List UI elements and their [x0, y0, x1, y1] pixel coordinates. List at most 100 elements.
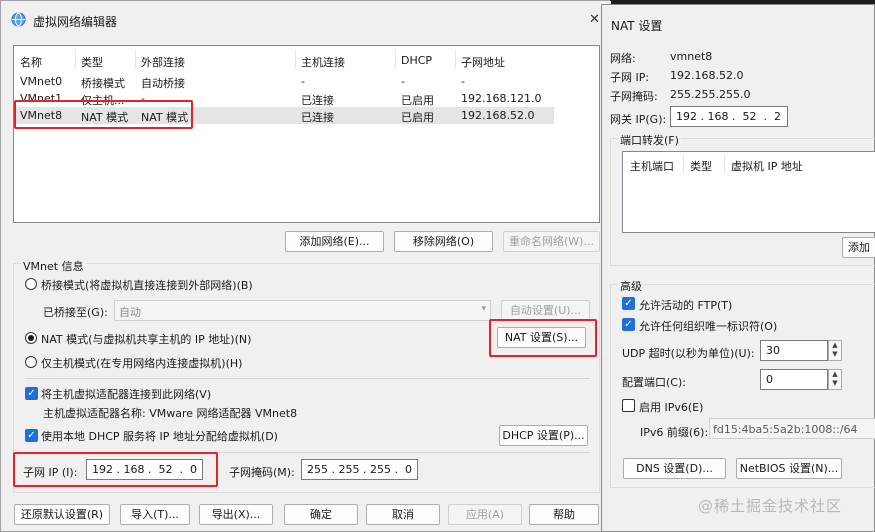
netbios-settings-button[interactable]: NetBIOS 设置(N)...	[736, 458, 842, 479]
connect-adapter-checkbox[interactable]: ✓	[25, 387, 38, 400]
column-header[interactable]: 类型	[81, 54, 103, 70]
use-dhcp-checkbox[interactable]: ✓	[25, 429, 38, 442]
dns-settings-button[interactable]: DNS 设置(D)...	[623, 458, 726, 479]
column-header[interactable]: 外部连接	[141, 54, 185, 70]
config-port-input[interactable]: 0	[760, 369, 828, 390]
column-header[interactable]: DHCP	[401, 54, 432, 67]
cell: -	[461, 75, 465, 88]
octet: 255	[370, 463, 391, 476]
column-header[interactable]: 主机端口	[630, 158, 674, 174]
cell: 桥接模式	[81, 77, 125, 90]
octet: 0	[405, 463, 412, 476]
bridge-mode-label[interactable]: 桥接模式(将虚拟机直接连接到外部网络)(B)	[41, 277, 253, 293]
window-title: 虚拟网络编辑器	[33, 15, 118, 29]
cell: 自动桥接	[141, 77, 185, 90]
help-button[interactable]: 帮助	[529, 504, 599, 525]
bridge-mode-radio[interactable]	[25, 278, 37, 290]
allow-ftp-checkbox[interactable]: ✓	[622, 297, 635, 310]
divider	[25, 378, 590, 379]
ipv6-prefix-input[interactable]: fd15:4ba5:5a2b:1008::/64	[709, 418, 875, 439]
octet: 52	[158, 463, 173, 476]
udp-timeout-stepper[interactable]: ▲ ▼	[828, 340, 842, 361]
udp-timeout-input[interactable]: 30	[760, 340, 828, 361]
vmnet-info-label: VMnet 信息	[21, 258, 86, 274]
add-network-button[interactable]: 添加网络(E)...	[285, 231, 384, 252]
ipv6-prefix-label: IPv6 前缀(6):	[640, 426, 709, 439]
nat-subnet-ip-value: 192.168.52.0	[670, 69, 744, 82]
remove-network-button[interactable]: 移除网络(O)	[394, 231, 493, 252]
close-icon[interactable]: ✕	[589, 12, 600, 27]
cell: 已启用	[401, 111, 434, 124]
subnet-mask-label: 子网掩码(M):	[229, 466, 295, 479]
enable-ipv6-checkbox[interactable]	[622, 399, 635, 412]
dhcp-settings-button[interactable]: DHCP 设置(P)...	[499, 425, 588, 446]
nat-mode-radio[interactable]	[25, 332, 37, 344]
nat-mode-label[interactable]: NAT 模式(与虚拟机共享主机的 IP 地址)(N)	[41, 331, 251, 347]
octet: 52	[742, 110, 757, 123]
connect-adapter-label[interactable]: 将主机虚拟适配器连接到此网络(V)	[41, 386, 211, 402]
octet: 255	[338, 463, 360, 476]
table-row[interactable]: VMnet1 仅主机... - 已连接 已启用 192.168.121.0	[14, 90, 554, 107]
cell: 已启用	[401, 94, 434, 107]
port-forward-list[interactable]: 主机端口 类型 虚拟机 IP 地址	[622, 151, 875, 233]
allow-ftp-label[interactable]: 允许活动的 FTP(T)	[639, 297, 732, 313]
subnet-ip-input[interactable]: 192 . 168 . 52 . 0	[86, 459, 203, 480]
gateway-ip-input[interactable]: 192 . 168 . 52 . 2	[670, 106, 788, 127]
chevron-down-icon: ▾	[481, 304, 486, 314]
column-divider	[455, 50, 456, 68]
cell: -	[141, 92, 145, 105]
use-dhcp-label[interactable]: 使用本地 DHCP 服务将 IP 地址分配给虚拟机(D)	[41, 428, 278, 444]
cancel-button[interactable]: 取消	[366, 504, 440, 525]
cell: NAT 模式	[81, 111, 129, 124]
table-row-selected[interactable]: VMnet8 NAT 模式 NAT 模式 已连接 已启用 192.168.52.…	[14, 107, 554, 124]
nat-subnet-mask-value: 255.255.255.0	[670, 88, 751, 101]
subnet-mask-input[interactable]: 255 . 255 . 255 . 0	[301, 459, 418, 480]
cell: VMnet8	[20, 109, 63, 122]
octet: 255	[307, 463, 328, 476]
list-header: 名称 类型 外部连接 主机连接 DHCP 子网地址	[14, 46, 599, 72]
cell: 仅主机...	[81, 94, 125, 107]
config-port-stepper[interactable]: ▲ ▼	[828, 369, 842, 390]
network-label: 网络:	[610, 52, 636, 65]
add-port-forward-button[interactable]: 添加	[842, 237, 875, 258]
divider	[25, 452, 590, 453]
nat-settings-button[interactable]: NAT 设置(S)...	[497, 327, 586, 348]
nat-settings-window: NAT 设置 网络: vmnet8 子网 IP: 192.168.52.0 子网…	[601, 4, 875, 532]
subnet-ip-label: 子网 IP (I):	[23, 466, 78, 479]
bridged-to-label: 已桥接至(G):	[43, 306, 108, 319]
column-divider	[75, 50, 76, 68]
column-header[interactable]: 虚拟机 IP 地址	[731, 158, 803, 174]
udp-timeout-label: UDP 超时(以秒为单位)(U):	[622, 347, 755, 360]
restore-defaults-button[interactable]: 还原默认设置(R)	[14, 504, 110, 525]
gateway-label: 网关 IP(G):	[610, 113, 667, 126]
apply-button[interactable]: 应用(A)	[448, 504, 522, 525]
table-row[interactable]: VMnet0 桥接模式 自动桥接 - - -	[14, 73, 554, 90]
ok-button[interactable]: 确定	[284, 504, 358, 525]
enable-ipv6-label[interactable]: 启用 IPv6(E)	[639, 399, 703, 415]
column-header[interactable]: 类型	[690, 158, 712, 174]
import-button[interactable]: 导入(T)...	[120, 504, 190, 525]
cell: NAT 模式	[141, 111, 189, 124]
cell: -	[301, 75, 305, 88]
host-only-label[interactable]: 仅主机模式(在专用网络内连接虚拟机)(H)	[41, 355, 242, 371]
export-button[interactable]: 导出(X)...	[199, 504, 273, 525]
host-only-radio[interactable]	[25, 356, 37, 368]
rename-network-button[interactable]: 重命名网络(W)...	[503, 231, 600, 252]
cell: -	[401, 75, 405, 88]
network-list[interactable]: 名称 类型 外部连接 主机连接 DHCP 子网地址 VMnet0 桥接模式 自动…	[13, 45, 600, 223]
octet: 168	[123, 463, 145, 476]
column-header[interactable]: 主机连接	[301, 54, 345, 70]
column-header[interactable]: 名称	[20, 54, 42, 70]
network-value: vmnet8	[670, 50, 713, 63]
nat-subnet-mask-label: 子网掩码:	[610, 90, 658, 103]
cell: VMnet1	[20, 92, 63, 105]
cell: VMnet0	[20, 75, 63, 88]
column-divider	[395, 50, 396, 68]
virtual-network-editor-window: 虚拟网络编辑器 ✕ 名称 类型 外部连接 主机连接 DHCP 子网地址 VMne…	[0, 0, 611, 532]
column-header[interactable]: 子网地址	[461, 54, 505, 70]
allow-oui-label[interactable]: 允许任何组织唯一标识符(O)	[639, 318, 777, 334]
bridged-to-select[interactable]: 自动 ▾	[114, 300, 491, 321]
allow-oui-checkbox[interactable]: ✓	[622, 318, 635, 331]
column-divider	[135, 50, 136, 68]
auto-settings-button[interactable]: 自动设置(U)...	[501, 300, 590, 321]
